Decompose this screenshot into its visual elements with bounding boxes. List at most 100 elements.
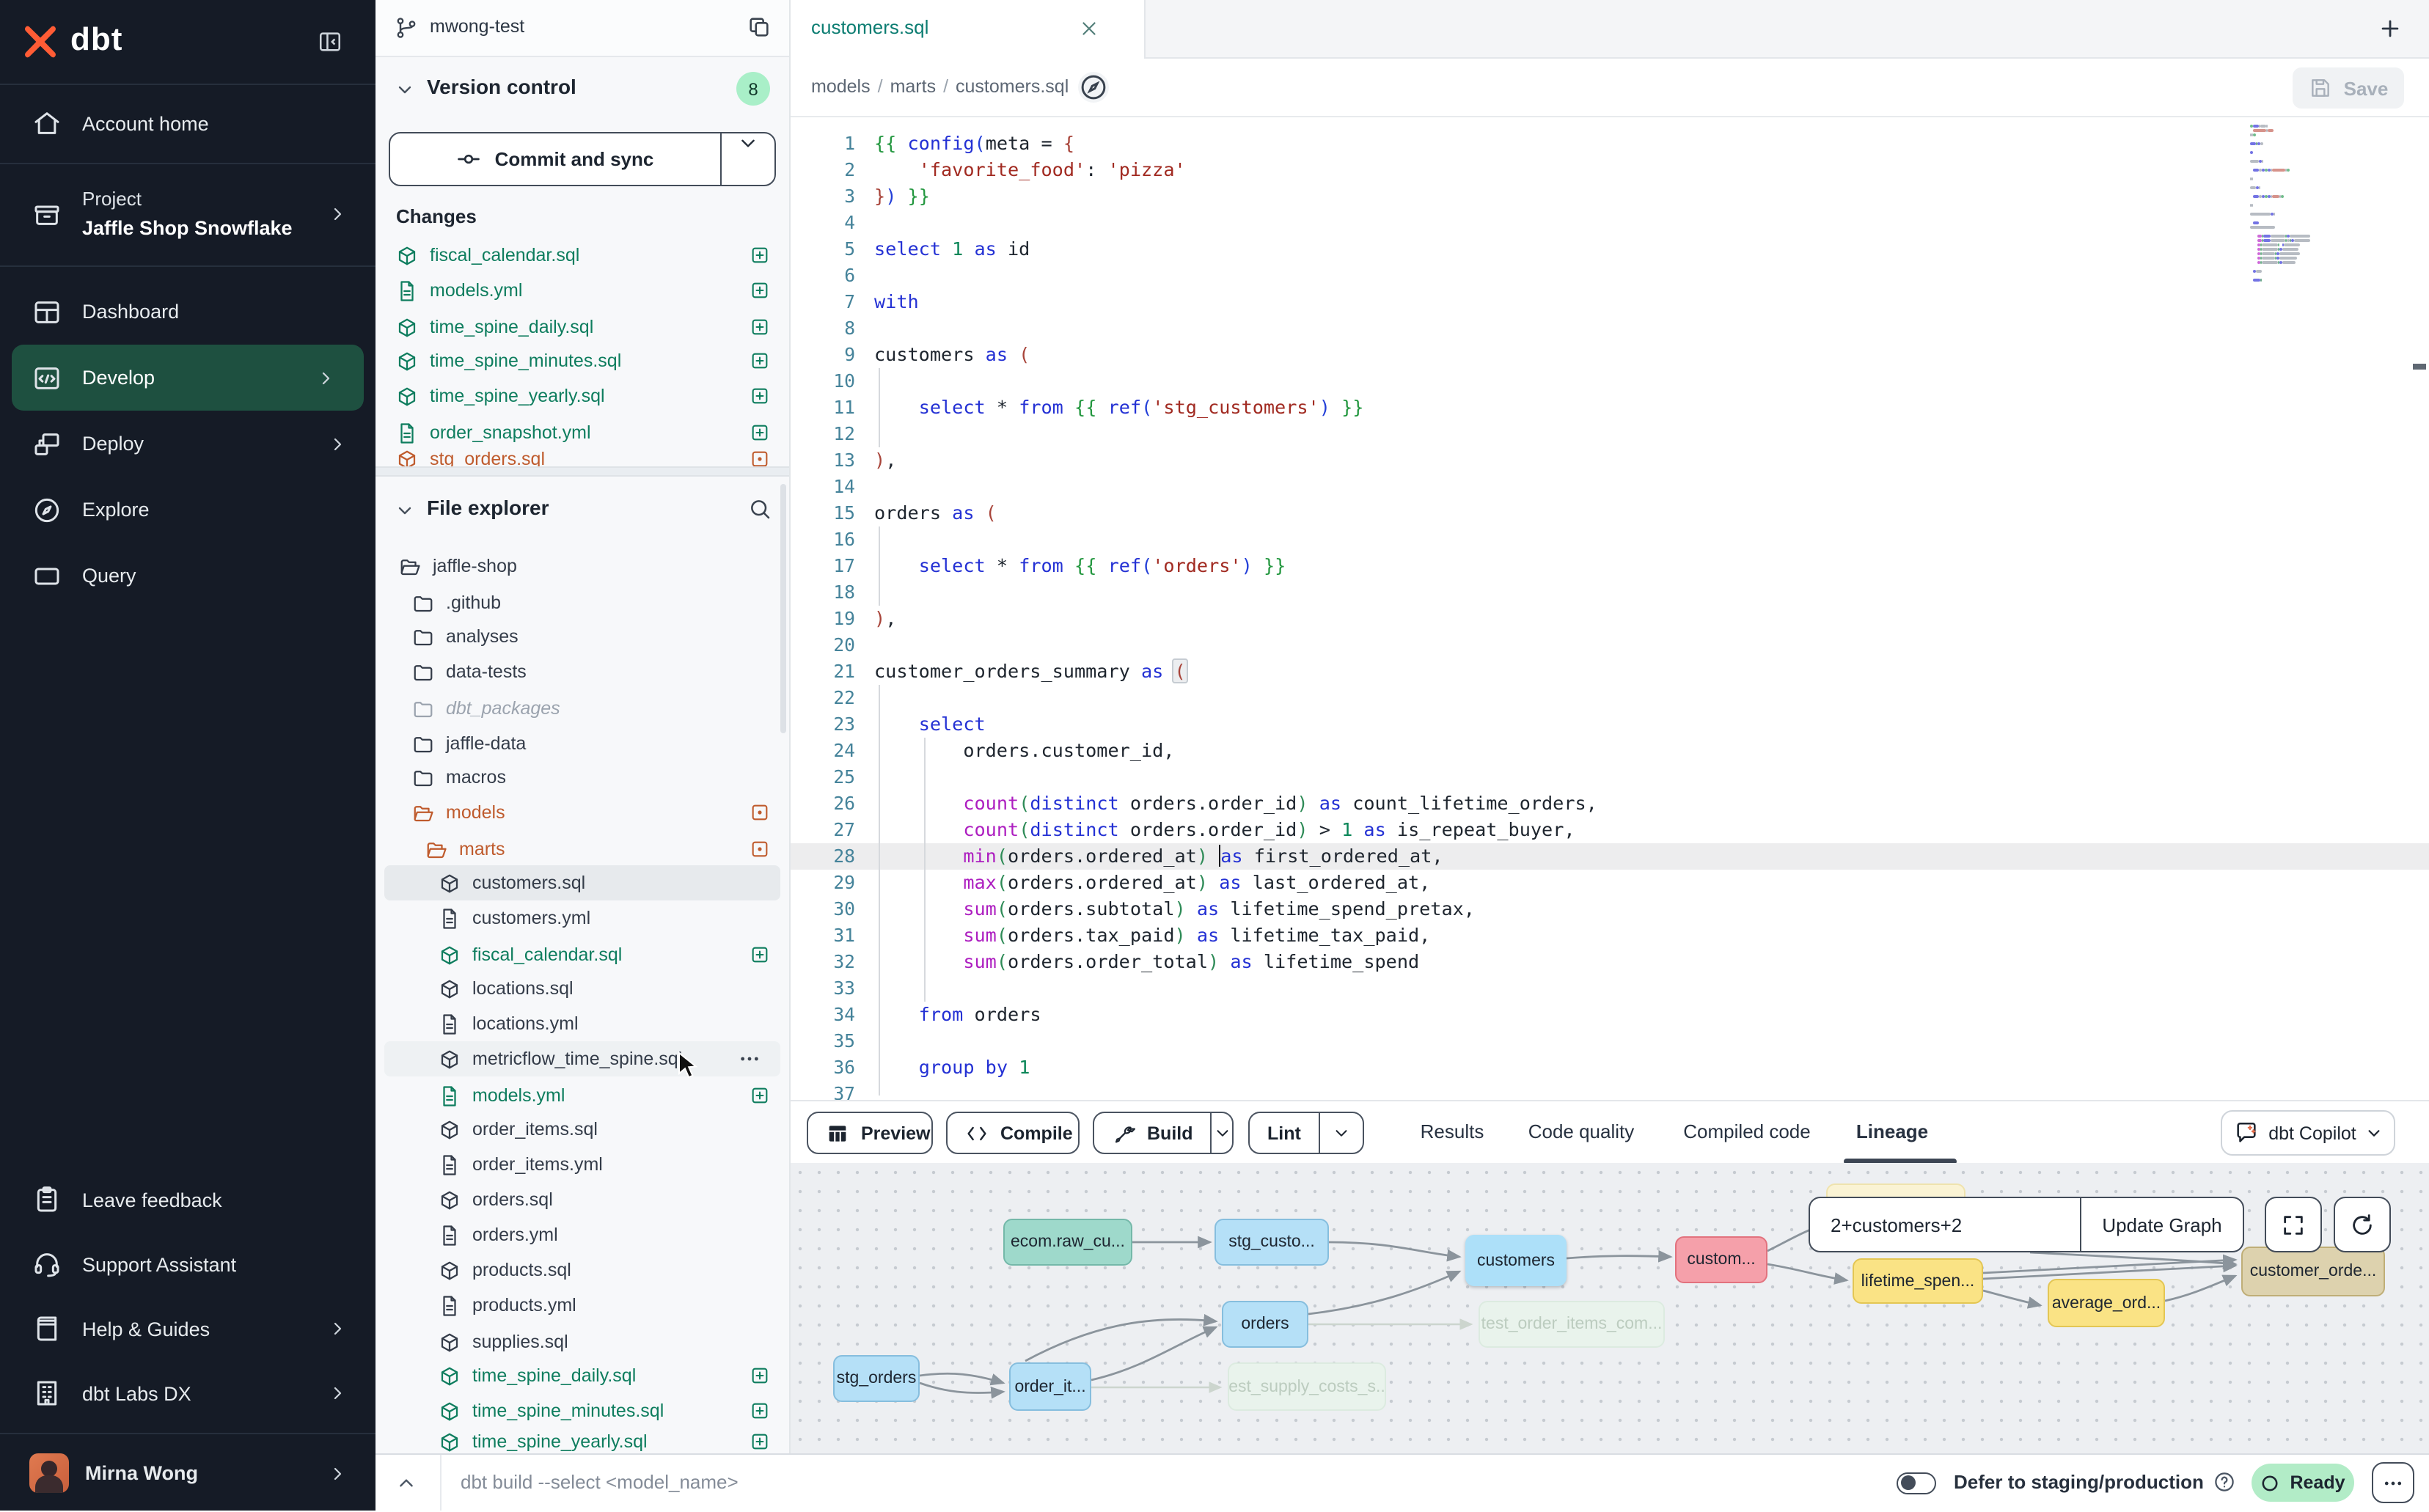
code-line-8[interactable]: [874, 315, 2238, 342]
lineage-node-test-supply-costs[interactable]: test_supply_costs_s...: [1228, 1362, 1386, 1411]
code-line-25[interactable]: [874, 764, 2238, 790]
code-line-35[interactable]: [874, 1028, 2238, 1054]
code-line-36[interactable]: group by 1: [874, 1054, 2238, 1081]
tree-item-marts[interactable]: marts: [375, 832, 789, 867]
lineage-node-orders[interactable]: orders: [1222, 1301, 1308, 1348]
tree-item-jaffle-data[interactable]: jaffle-data: [375, 726, 789, 761]
tree-item-macros[interactable]: macros: [375, 760, 789, 795]
tab-customers-sql[interactable]: customers.sql: [791, 0, 1146, 59]
code-line-34[interactable]: from orders: [874, 1002, 2238, 1028]
code-line-33[interactable]: [874, 975, 2238, 1002]
stage-plus-icon[interactable]: [750, 944, 770, 965]
sidebar-item-support-assistant[interactable]: Support Assistant: [0, 1232, 375, 1296]
stage-plus-icon[interactable]: [750, 1365, 770, 1386]
tree-item-supplies-sql[interactable]: supplies.sql: [375, 1324, 789, 1359]
code-line-18[interactable]: [874, 579, 2238, 606]
tree-item-order-items-sql[interactable]: order_items.sql: [375, 1112, 789, 1147]
build-button[interactable]: Build: [1093, 1112, 1234, 1154]
code-line-21[interactable]: customer_orders_summary as (: [874, 658, 2238, 685]
tree-item-order-items-yml[interactable]: order_items.yml: [375, 1147, 789, 1182]
tree-item-products-sql[interactable]: products.sql: [375, 1252, 789, 1288]
modified-dot-icon[interactable]: [750, 802, 770, 823]
tree-item-models-yml[interactable]: models.yml: [375, 1078, 789, 1113]
tree-item-locations-sql[interactable]: locations.sql: [375, 971, 789, 1006]
tree-item-customers-yml[interactable]: customers.yml: [375, 900, 789, 936]
tree-item-data-tests[interactable]: data-tests: [375, 654, 789, 689]
pane-tab-results[interactable]: Results: [1421, 1120, 1484, 1142]
stage-plus-icon[interactable]: [750, 1085, 770, 1106]
tree-item-fiscal-calendar-sql[interactable]: fiscal_calendar.sql: [375, 937, 789, 972]
code-line-5[interactable]: select 1 as id: [874, 236, 2238, 263]
scrollbar-thumb[interactable]: [2413, 364, 2426, 370]
pane-tab-lineage[interactable]: Lineage: [1856, 1120, 1928, 1142]
changed-file-time-spine-yearly-sql[interactable]: time_spine_yearly.sql: [375, 378, 789, 414]
tree-item-dbt-packages[interactable]: dbt_packages: [375, 691, 789, 726]
code-line-31[interactable]: sum(orders.tax_paid) as lifetime_tax_pai…: [874, 922, 2238, 949]
code-line-29[interactable]: max(orders.ordered_at) as last_ordered_a…: [874, 870, 2238, 896]
code-line-19[interactable]: ),: [874, 606, 2238, 632]
collapse-sidebar-icon[interactable]: [317, 29, 343, 54]
code-line-1[interactable]: {{ config(meta = {: [874, 131, 2238, 157]
stage-plus-icon[interactable]: [750, 280, 770, 301]
sidebar-item-explore[interactable]: Explore: [0, 477, 375, 543]
lineage-node-stg-orders[interactable]: stg_orders: [833, 1355, 920, 1402]
editor-scrollbar[interactable]: [2410, 117, 2429, 1100]
refresh-button[interactable]: [2334, 1197, 2391, 1252]
help-circle-icon[interactable]: [2213, 1471, 2235, 1493]
code-line-28[interactable]: min(orders.ordered_at) as first_ordered_…: [874, 843, 2238, 870]
code-line-26[interactable]: count(distinct orders.order_id) as count…: [874, 790, 2238, 817]
code-line-7[interactable]: with: [874, 289, 2238, 315]
code-line-30[interactable]: sum(orders.subtotal) as lifetime_spend_p…: [874, 896, 2238, 922]
changed-file-time-spine-minutes-sql[interactable]: time_spine_minutes.sql: [375, 343, 789, 378]
sidebar-item-develop[interactable]: Develop: [12, 345, 364, 411]
tree-item-time-spine-minutes-sql[interactable]: time_spine_minutes.sql: [375, 1393, 789, 1428]
close-icon[interactable]: [1078, 18, 1100, 40]
lineage-node-customers-semantic[interactable]: custom...: [1675, 1236, 1767, 1283]
code-line-20[interactable]: [874, 632, 2238, 658]
chevron-down-icon[interactable]: [1211, 1113, 1233, 1153]
sidebar-item-account-home[interactable]: Account home: [0, 84, 375, 164]
tree-item-time-spine-yearly-sql[interactable]: time_spine_yearly.sql: [375, 1424, 789, 1453]
code-line-13[interactable]: ),: [874, 447, 2238, 474]
dbt-copilot-button[interactable]: dbt Copilot: [2221, 1110, 2395, 1156]
code-line-24[interactable]: orders.customer_id,: [874, 738, 2238, 764]
preview-button[interactable]: Preview: [807, 1112, 933, 1154]
sidebar-item-query[interactable]: Query: [0, 543, 375, 609]
modified-dot-icon[interactable]: [750, 839, 770, 859]
code-line-9[interactable]: customers as (: [874, 342, 2238, 368]
code-line-14[interactable]: [874, 474, 2238, 500]
version-control-header[interactable]: Version control 8: [375, 56, 789, 123]
stage-plus-icon[interactable]: [750, 245, 770, 265]
stage-plus-icon[interactable]: [750, 1401, 770, 1421]
lineage-node-customer-orders[interactable]: customer_orde...: [2241, 1247, 2385, 1296]
tree-item-locations-yml[interactable]: locations.yml: [375, 1006, 789, 1041]
defer-toggle[interactable]: [1897, 1472, 1936, 1494]
stage-plus-icon[interactable]: [750, 1431, 770, 1452]
lineage-panel[interactable]: ecom.raw_cu...stg_custo...customerscusto…: [791, 1163, 2429, 1453]
minimap[interactable]: [2250, 125, 2406, 287]
fullscreen-button[interactable]: [2265, 1197, 2322, 1252]
sidebar-item-dbt-labs-dx[interactable]: dbt Labs DX: [0, 1361, 375, 1425]
tree-item-github[interactable]: .github: [375, 585, 789, 620]
changed-file-fiscal-calendar-sql[interactable]: fiscal_calendar.sql: [375, 238, 789, 273]
changed-file-time-spine-daily-sql[interactable]: time_spine_daily.sql: [375, 309, 789, 345]
code-line-6[interactable]: [874, 263, 2238, 289]
modified-dot-icon[interactable]: [750, 449, 770, 466]
sidebar-item-dashboard[interactable]: Dashboard: [0, 279, 375, 345]
commit-and-sync-button[interactable]: Commit and sync: [389, 132, 776, 186]
chevron-down-icon[interactable]: [1319, 1113, 1363, 1153]
update-graph-button[interactable]: Update Graph: [2081, 1198, 2243, 1251]
code-line-3[interactable]: }) }}: [874, 183, 2238, 210]
tree-item-products-yml[interactable]: products.yml: [375, 1288, 789, 1323]
lineage-node-ecom-raw[interactable]: ecom.raw_cu...: [1003, 1219, 1132, 1266]
pane-tab-compiled-code[interactable]: Compiled code: [1683, 1120, 1810, 1142]
tree-item-time-spine-daily-sql[interactable]: time_spine_daily.sql: [375, 1358, 789, 1393]
code-line-10[interactable]: [874, 368, 2238, 394]
save-button[interactable]: Save: [2293, 67, 2404, 109]
tree-item-metricflow-time-spine-sql[interactable]: metricflow_time_spine.sql: [384, 1041, 780, 1076]
lint-button[interactable]: Lint: [1248, 1112, 1364, 1154]
tree-item-models[interactable]: models: [375, 795, 789, 830]
lineage-node-lifetime-spend[interactable]: lifetime_spen...: [1853, 1258, 1983, 1304]
stage-plus-icon[interactable]: [750, 422, 770, 443]
new-tab-icon[interactable]: [2378, 16, 2403, 41]
